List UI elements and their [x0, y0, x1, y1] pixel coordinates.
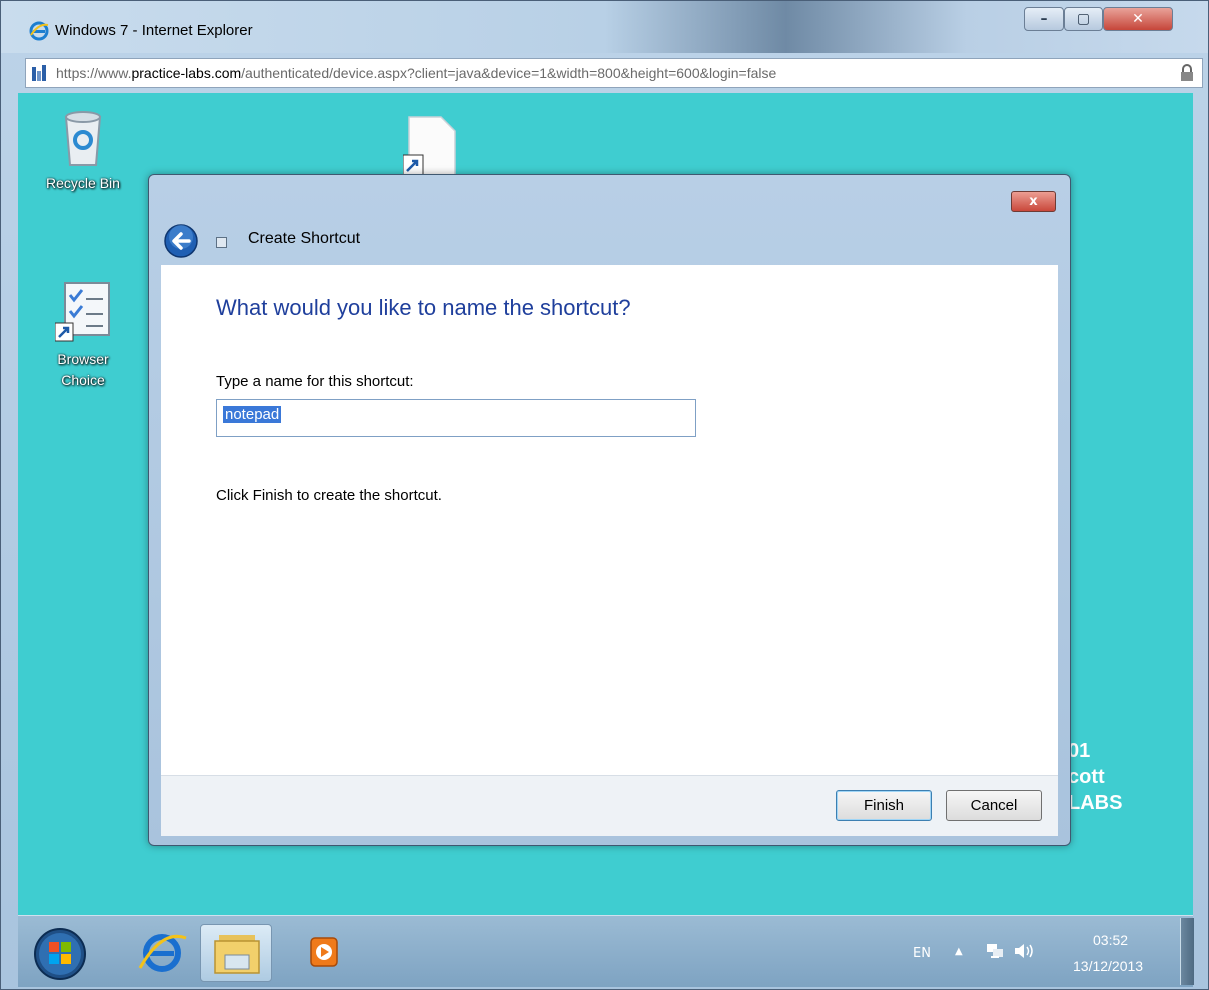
start-orb-icon[interactable] [32, 926, 88, 982]
close-icon: ✕ [1132, 11, 1144, 27]
show-desktop-button[interactable] [1180, 918, 1194, 985]
language-indicator[interactable]: EN [913, 946, 931, 961]
finish-button[interactable]: Finish [836, 790, 932, 821]
watermark-line: cott [1068, 766, 1105, 788]
url-text[interactable]: https://www.practice-labs.com/authentica… [56, 65, 776, 81]
clock-time[interactable]: 03:52 [1093, 932, 1128, 948]
browser-titlebar: Windows 7 - Internet Explorer – ▢ ✕ [1, 1, 1208, 53]
internet-explorer-icon [138, 934, 187, 972]
desktop-icon-browser-choice[interactable]: Browser Choice [28, 281, 138, 391]
shortcut-name-label: Type a name for this shortcut: [216, 373, 414, 390]
browser-choice-icon [55, 282, 110, 342]
close-button[interactable]: ✕ [1103, 7, 1173, 31]
minimize-button[interactable]: – [1024, 7, 1064, 31]
address-bar[interactable]: https://www.practice-labs.com/authentica… [25, 58, 1203, 88]
finish-hint: Click Finish to create the shortcut. [216, 487, 442, 504]
desktop-watermark: 01 cott LABS [1068, 738, 1122, 816]
maximize-button[interactable]: ▢ [1064, 7, 1103, 31]
shortcut-name-value: notepad [223, 406, 282, 423]
browser-title: Windows 7 - Internet Explorer [55, 22, 253, 39]
browser-window: Windows 7 - Internet Explorer – ▢ ✕ http… [0, 0, 1209, 990]
media-player-icon [310, 937, 338, 967]
maximize-icon: ▢ [1076, 11, 1091, 27]
folder-icon [214, 935, 260, 974]
show-hidden-icons-icon[interactable]: ▲ [955, 946, 963, 957]
clock-date[interactable]: 13/12/2013 [1073, 958, 1143, 974]
shortcut-icon [216, 237, 227, 248]
back-arrow-icon[interactable] [163, 223, 199, 259]
url-scheme: https://www. [56, 65, 132, 81]
taskbar-item-media-player[interactable] [286, 924, 358, 982]
document-shortcut-icon[interactable] [403, 115, 463, 175]
network-icon[interactable] [985, 942, 1005, 960]
minimize-icon: – [1040, 11, 1048, 27]
lock-icon[interactable] [1180, 64, 1194, 82]
create-shortcut-dialog: x Create Shortcut What would you like to… [148, 174, 1071, 846]
watermark-line: 01 [1068, 740, 1091, 762]
desktop-icon-label: Recycle Bin [46, 175, 120, 191]
dialog-title: Create Shortcut [248, 230, 361, 247]
dialog-footer: Finish Cancel [161, 775, 1058, 836]
dialog-heading: What would you like to name the shortcut… [216, 295, 631, 320]
site-favicon-icon [32, 65, 46, 81]
taskbar: EN ▲ 03:52 13/12/2013 [18, 915, 1194, 987]
internet-explorer-icon [29, 21, 49, 41]
taskbar-item-windows-explorer[interactable] [200, 924, 272, 982]
taskbar-item-internet-explorer[interactable] [126, 924, 198, 982]
volume-icon[interactable] [1013, 942, 1035, 960]
url-path: /authenticated/device.aspx?client=java&d… [241, 65, 777, 81]
cancel-button[interactable]: Cancel [946, 790, 1042, 821]
shortcut-name-input[interactable]: notepad [216, 399, 696, 437]
desktop-icon-recycle-bin[interactable]: Recycle Bin [28, 107, 138, 191]
dialog-close-button[interactable]: x [1011, 191, 1056, 212]
recycle-bin-icon [64, 111, 102, 166]
desktop-icon-label: Browser Choice [57, 351, 109, 388]
watermark-line: LABS [1068, 792, 1123, 814]
url-domain: practice-labs.com [131, 65, 242, 81]
dialog-content: What would you like to name the shortcut… [161, 265, 1058, 775]
